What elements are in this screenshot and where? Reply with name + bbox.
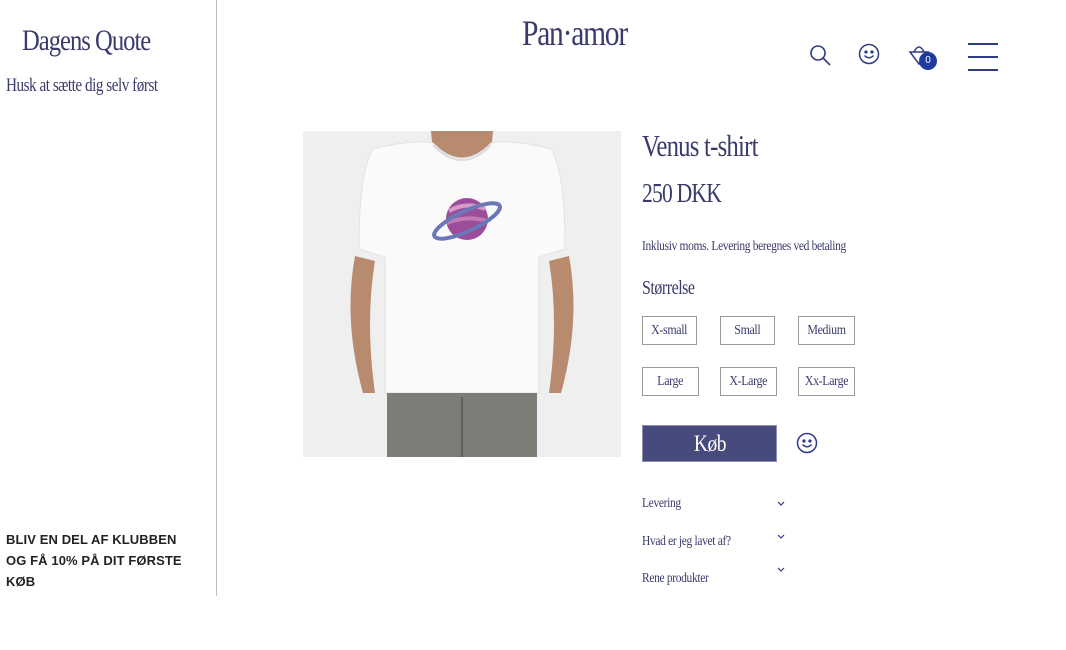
club-signup-text[interactable]: BLIV EN DEL AF KLUBBEN OG FÅ 10% PÅ DIT … <box>6 529 196 592</box>
sidebar: Dagens Quote Husk at sætte dig selv førs… <box>0 0 217 596</box>
size-option-x-small[interactable]: X-small <box>642 316 697 345</box>
size-option-label: X-small <box>651 322 688 338</box>
brand-logo[interactable]: Pan·amor <box>522 12 628 54</box>
accordion-levering[interactable]: Levering <box>642 496 681 512</box>
wishlist-smiley-icon[interactable] <box>796 432 818 458</box>
chevron-down-icon[interactable] <box>776 566 786 574</box>
size-option-medium[interactable]: Medium <box>798 316 855 345</box>
product-price: 250 DKK <box>642 178 722 208</box>
size-option-small[interactable]: Small <box>720 316 775 345</box>
size-option-label: Medium <box>807 322 846 338</box>
account-smiley-icon[interactable] <box>858 43 880 69</box>
size-option-x-large[interactable]: X-Large <box>720 367 777 396</box>
product-name: Venus t-shirt <box>642 128 758 163</box>
product-image <box>303 131 621 457</box>
size-option-large[interactable]: Large <box>642 367 699 396</box>
hamburger-menu-icon[interactable] <box>968 42 998 72</box>
size-option-label: X-Large <box>729 373 768 389</box>
size-option-label: Large <box>657 373 684 389</box>
accordion-rene-produkter[interactable]: Rene produkter <box>642 571 709 587</box>
buy-button[interactable]: Køb <box>642 425 777 462</box>
quote-title: Dagens Quote <box>22 24 151 57</box>
accordion-materials[interactable]: Hvad er jeg lavet af? <box>642 534 731 550</box>
vat-note: Inklusiv moms. Levering beregnes ved bet… <box>642 239 846 254</box>
chevron-down-icon[interactable] <box>776 533 786 541</box>
quote-text: Husk at sætte dig selv først <box>6 75 158 96</box>
size-option-label: Xx-Large <box>804 373 849 389</box>
search-icon[interactable] <box>808 43 832 71</box>
chevron-down-icon[interactable] <box>776 500 786 508</box>
size-label: Størrelse <box>642 277 695 299</box>
size-option-xx-large[interactable]: Xx-Large <box>798 367 855 396</box>
buy-button-label: Køb <box>693 430 726 456</box>
cart-count-badge[interactable]: 0 <box>919 52 937 70</box>
size-option-label: Small <box>734 322 761 338</box>
